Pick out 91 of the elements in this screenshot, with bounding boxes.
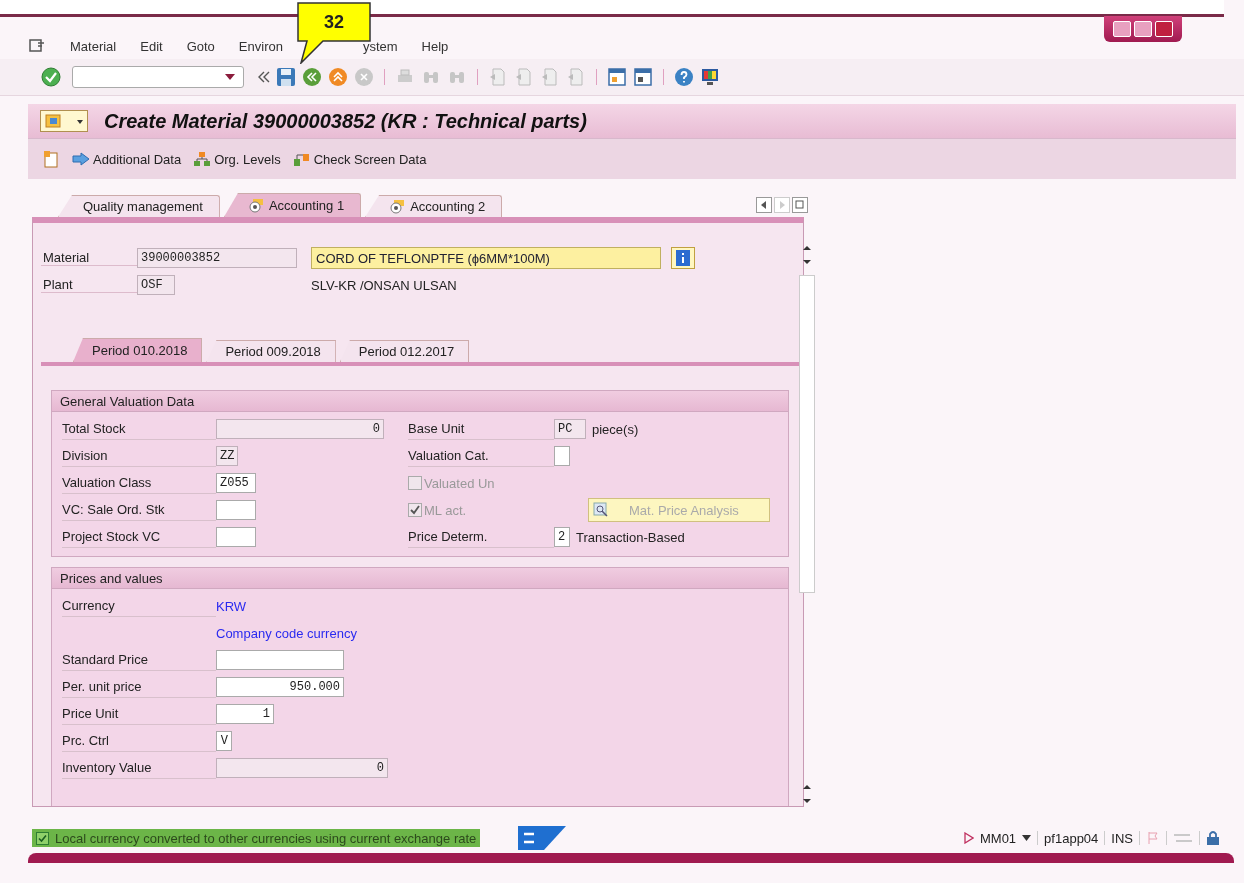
plant-field[interactable]: OSF — [137, 275, 175, 295]
lock-icon[interactable] — [1206, 830, 1220, 846]
dropdown-icon[interactable] — [1022, 835, 1032, 841]
field-description: Transaction-Based — [576, 529, 685, 545]
input-field[interactable]: Z055 — [216, 473, 256, 493]
scroll-up-icon[interactable] — [801, 243, 813, 253]
menu-icon[interactable] — [28, 38, 46, 54]
arrow-icon — [72, 152, 90, 166]
help-icon[interactable] — [674, 67, 694, 87]
checkbox-label: ML act. — [424, 502, 468, 518]
transaction-code[interactable]: MM01 — [979, 830, 1017, 846]
currency-text: KRW — [216, 598, 247, 614]
input-field[interactable]: 950.000 — [216, 677, 344, 697]
scroll-down-icon[interactable] — [801, 796, 813, 806]
dropdown-icon — [77, 118, 83, 124]
blocks-icon — [292, 151, 311, 167]
back-icon[interactable] — [302, 67, 322, 87]
info-icon[interactable] — [671, 247, 695, 269]
server-name: pf1app04 — [1044, 830, 1099, 846]
monitor-icon[interactable] — [700, 67, 720, 87]
object-menu-button[interactable] — [40, 110, 88, 132]
material-field[interactable]: 39000003852 — [137, 248, 297, 268]
toolbar-button[interactable]: Org. Levels — [193, 151, 281, 167]
input-field[interactable]: 0 — [216, 758, 388, 778]
description-field[interactable]: CORD OF TEFLONPTFE (ϕ6MM*100M) — [311, 247, 661, 269]
plant-name: SLV-KR /ONSAN ULSAN — [311, 277, 457, 293]
input-field[interactable]: 1 — [216, 704, 274, 724]
object-icon — [45, 114, 61, 128]
success-icon — [36, 831, 49, 845]
dropdown-icon[interactable] — [225, 74, 235, 80]
tab[interactable]: Accounting 1 — [223, 193, 362, 217]
group-title: General Valuation Data — [52, 391, 788, 412]
window-icon[interactable] — [633, 67, 653, 87]
screen-title: Create Material 39000003852 (KR : Technical parts) — [104, 109, 587, 133]
input-field[interactable]: V — [216, 731, 232, 751]
menu-item[interactable]: Material — [70, 38, 117, 54]
collapse-icon[interactable] — [258, 71, 270, 83]
scroll-up-icon[interactable] — [801, 782, 813, 792]
input-field[interactable]: 2 — [554, 527, 570, 547]
field-label: Currency — [62, 595, 216, 617]
menu-item[interactable]: Edit — [140, 38, 163, 54]
input-field[interactable]: 0 — [216, 419, 384, 439]
input-field[interactable] — [554, 446, 570, 466]
window-icon[interactable] — [607, 67, 627, 87]
tab[interactable]: Quality management — [58, 195, 220, 217]
input-field[interactable]: PC — [554, 419, 586, 439]
tab-status-icon — [390, 199, 405, 214]
tab[interactable]: Accounting 2 — [365, 195, 503, 217]
tab-list-icon[interactable] — [792, 197, 808, 213]
toolbar-button[interactable]: Additional Data — [72, 151, 182, 167]
period-tab[interactable]: Period 012.2017 — [339, 340, 470, 362]
expand-icon[interactable] — [963, 832, 974, 844]
vertical-scrollbar[interactable] — [799, 243, 815, 806]
page-icon[interactable] — [488, 67, 508, 87]
logo-icon — [518, 826, 567, 850]
scroll-down-icon[interactable] — [801, 257, 813, 267]
page-icon[interactable] — [514, 67, 534, 87]
flag-icon[interactable] — [1146, 831, 1160, 845]
checkbox[interactable] — [408, 476, 422, 490]
toolbar-button[interactable]: Check Screen Data — [292, 151, 427, 167]
page-icon[interactable] — [540, 67, 560, 87]
currency-text: Company code currency — [216, 625, 357, 641]
scroll-left-icon[interactable] — [756, 197, 772, 213]
save-icon[interactable] — [276, 67, 296, 87]
input-field[interactable] — [216, 527, 256, 547]
input-field[interactable]: ZZ — [216, 446, 238, 466]
menu-item[interactable]: Goto — [186, 38, 215, 54]
scrollbar-thumb[interactable] — [799, 275, 815, 593]
group-title: Prices and values — [52, 568, 788, 589]
insert-mode: INS — [1111, 830, 1133, 846]
hierarchy-icon — [193, 151, 212, 167]
clipboard-icon[interactable] — [42, 150, 60, 168]
enter-icon[interactable] — [40, 66, 62, 88]
cancel-icon[interactable] — [354, 67, 374, 87]
checkbox-label: Valuated Un — [424, 475, 496, 491]
menu-item[interactable]: Help — [421, 38, 449, 54]
input-field[interactable] — [216, 650, 344, 670]
menu-item[interactable]: Environ — [238, 38, 283, 54]
window-controls[interactable] — [1104, 16, 1182, 42]
magnifier-icon — [593, 502, 609, 518]
menu-item[interactable]: ystem — [362, 38, 398, 54]
period-tab[interactable]: Period 010.2018 — [73, 338, 203, 362]
period-tab[interactable]: Period 009.2018 — [206, 340, 336, 362]
input-field[interactable] — [216, 500, 256, 520]
tab-status-icon — [248, 198, 263, 213]
command-field[interactable] — [72, 66, 244, 88]
checkbox[interactable] — [408, 503, 422, 517]
field-description: piece(s) — [592, 421, 639, 437]
page-icon[interactable] — [566, 67, 586, 87]
exit-icon[interactable] — [328, 67, 348, 87]
status-message: Local currency converted to other currencies using current exchange rate — [32, 829, 481, 847]
